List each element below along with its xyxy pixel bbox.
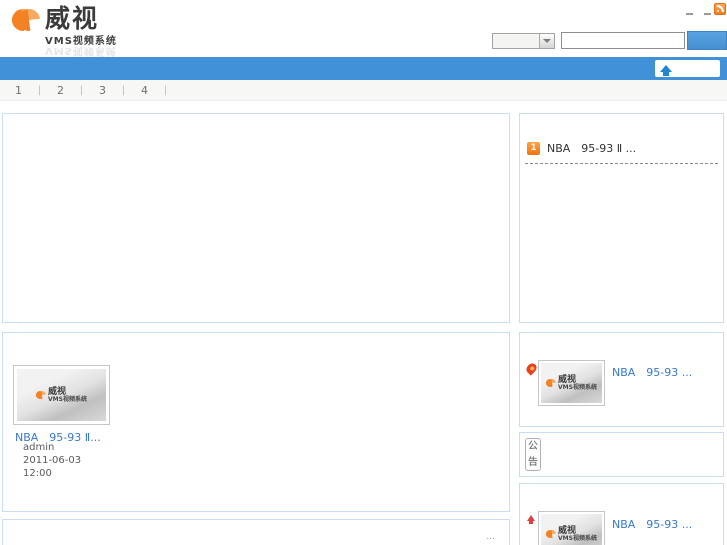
home-arrow-icon xyxy=(660,65,672,76)
page-separator: | xyxy=(37,84,42,96)
search-category-select[interactable] xyxy=(492,33,555,49)
up-arrow-icon xyxy=(527,515,535,524)
latest-video-thumbnail[interactable]: 威视 VMS视频系统 xyxy=(538,511,605,545)
notice-label: 公告 xyxy=(525,438,541,471)
thumbnail-crescents-icon xyxy=(34,389,48,401)
minimize-dash-icon[interactable] xyxy=(704,13,711,15)
thumbnail-logo: 威视 VMS视频系统 xyxy=(544,375,597,391)
ranking-row[interactable]: 1 NBA 95-93 Ⅱ ... xyxy=(525,140,718,164)
ranking-panel: 1 NBA 95-93 Ⅱ ... xyxy=(519,113,724,323)
hot-thumbnail-image: 威视 VMS视频系统 xyxy=(541,363,602,403)
logo-text: 威视 VMS视频系统 VMS视频系统 xyxy=(45,5,117,60)
video-date: 2011-06-03 xyxy=(23,455,82,466)
rank-video-title[interactable]: NBA 95-93 Ⅱ ... xyxy=(547,140,636,156)
hot-video-title-link[interactable]: NBA 95-93 ... xyxy=(612,364,692,380)
logo-subtitle: VMS视频系统 xyxy=(45,36,117,47)
thumbnail-logo: 威视 VMS视频系统 xyxy=(34,387,87,403)
vms-portal-page: 威视 VMS视频系统 VMS视频系统 1 | 2 | 3 | 4 | 1 NBA… xyxy=(0,0,727,545)
hot-video-panel: 威视 VMS视频系统 NBA 95-93 ... xyxy=(519,332,724,427)
latest-video-title-link[interactable]: NBA 95-93 ... xyxy=(612,516,692,532)
video-thumbnail[interactable]: 威视 VMS视频系统 xyxy=(13,365,110,425)
bottom-panel: ... xyxy=(2,519,510,545)
page-separator: | xyxy=(79,84,84,96)
rank-1-badge: 1 xyxy=(527,141,540,155)
notice-panel: 公告 xyxy=(519,432,724,477)
thumbnail-crescents-icon xyxy=(544,528,558,540)
home-button[interactable] xyxy=(655,60,720,77)
video-uploader: admin xyxy=(23,442,55,453)
site-logo[interactable]: 威视 VMS视频系统 VMS视频系统 xyxy=(7,4,117,60)
logo-title: 威视 xyxy=(45,4,100,33)
search-input[interactable] xyxy=(561,32,685,49)
video-panel: 威视 VMS视频系统 NBA 95-93 Ⅱ... admin 2011-06-… xyxy=(2,332,510,512)
minimize-dash-icon[interactable] xyxy=(686,13,693,15)
page-item-4[interactable]: 4 xyxy=(134,84,155,97)
rss-icon[interactable] xyxy=(714,3,726,15)
more-link[interactable]: ... xyxy=(486,532,495,542)
video-time: 12:00 xyxy=(23,468,52,479)
hot-video-thumbnail[interactable]: 威视 VMS视频系统 xyxy=(538,360,605,406)
page-item-3[interactable]: 3 xyxy=(92,84,113,97)
thumbnail-logo: 威视 VMS视频系统 xyxy=(544,526,597,542)
latest-thumbnail-image: 威视 VMS视频系统 xyxy=(541,514,602,545)
logo-crescents-icon xyxy=(7,4,45,36)
page-separator: | xyxy=(163,84,168,96)
thumbnail-crescents-icon xyxy=(544,377,558,389)
page-item-2[interactable]: 2 xyxy=(50,84,71,97)
latest-video-panel: 威视 VMS视频系统 NBA 95-93 ... xyxy=(519,483,724,545)
search-button[interactable] xyxy=(687,31,727,50)
page-separator: | xyxy=(121,84,126,96)
flame-icon xyxy=(524,361,539,376)
page-item-1[interactable]: 1 xyxy=(8,84,29,97)
video-thumbnail-image: 威视 VMS视频系统 xyxy=(17,369,106,421)
pagination-strip: 1 | 2 | 3 | 4 | xyxy=(0,80,727,101)
featured-panel xyxy=(2,113,510,323)
select-dropdown-arrow-icon[interactable] xyxy=(539,34,554,48)
main-nav-bar xyxy=(0,57,727,80)
